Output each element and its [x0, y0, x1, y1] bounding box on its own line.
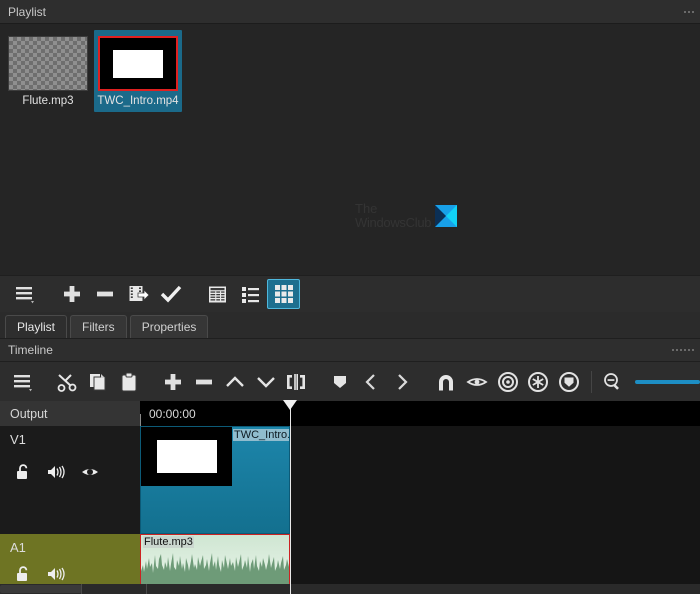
watermark-line-2: WindowsClub	[355, 214, 432, 230]
playlist-panel-grip[interactable]	[684, 10, 694, 13]
track-lane-v1[interactable]: TWC_Intro.m	[140, 426, 700, 534]
copy-button[interactable]	[83, 367, 114, 397]
previous-marker-button[interactable]	[356, 367, 387, 397]
playlist-thumbnail-video	[98, 36, 178, 91]
overwrite-button[interactable]	[250, 367, 281, 397]
tab-filters[interactable]: Filters	[70, 315, 127, 338]
watermark-logo-icon	[435, 204, 458, 227]
tab-label: Playlist	[17, 320, 56, 334]
timeline-lanes[interactable]: 00:00:00 TWC_Intro.m Flute.mp3	[140, 400, 700, 594]
marker-button[interactable]	[325, 367, 356, 397]
detail-view-button[interactable]	[201, 279, 234, 309]
track-lane-a1[interactable]: Flute.mp3	[140, 534, 700, 586]
track-name-output: Output	[10, 406, 48, 421]
timeline-toolbar	[0, 361, 700, 401]
lift-button[interactable]	[219, 367, 250, 397]
list-item[interactable]: Flute.mp3	[4, 30, 92, 112]
ruler-timecode: 00:00:00	[149, 406, 196, 421]
cut-button[interactable]	[52, 367, 83, 397]
playlist-toolbar	[0, 275, 700, 312]
accept-button[interactable]	[154, 279, 187, 309]
lock-track-icon[interactable]	[14, 463, 32, 481]
lock-track-icon[interactable]	[14, 565, 32, 583]
timeline-panel-header: Timeline	[0, 338, 700, 361]
timeline-horizontal-scrollbar[interactable]	[0, 584, 700, 594]
clip-label: Flute.mp3	[143, 536, 194, 548]
list-item-label: TWC_Intro.mp4	[97, 95, 179, 107]
watermark: The WindowsClub	[355, 201, 458, 230]
playlist-panel-title: Playlist	[8, 4, 47, 19]
tiles-view-button[interactable]	[267, 279, 300, 309]
mute-track-icon[interactable]	[46, 463, 66, 481]
clip-thumbnail	[141, 427, 232, 486]
tab-label: Properties	[141, 320, 197, 334]
timeline-clip-video[interactable]: TWC_Intro.m	[140, 426, 290, 534]
timeline-clip-audio[interactable]: Flute.mp3	[140, 534, 290, 586]
timeline-menu-button[interactable]	[8, 367, 39, 397]
remove-button[interactable]	[88, 279, 121, 309]
menu-button[interactable]	[8, 279, 41, 309]
playhead[interactable]	[283, 400, 297, 594]
add-button[interactable]	[55, 279, 88, 309]
track-name-v1: V1	[10, 432, 26, 447]
timeline-ruler[interactable]: 00:00:00	[140, 401, 700, 426]
playlist-panel-header: Playlist	[0, 0, 700, 23]
tab-label: Filters	[82, 320, 115, 334]
hide-track-icon[interactable]	[80, 463, 100, 481]
timeline-panel-grip[interactable]	[672, 349, 694, 351]
track-head-output[interactable]: Output	[0, 401, 140, 426]
track-head-v1[interactable]: V1	[0, 426, 140, 534]
audio-waveform	[141, 553, 289, 585]
ripple-all-tracks-button[interactable]	[523, 367, 554, 397]
playlist-items: Flute.mp3 TWC_Intro.mp4	[0, 24, 700, 118]
snap-button[interactable]	[431, 367, 462, 397]
shotcut-window: Playlist Flute.mp3 TWC_Intro.mp4 The Win…	[0, 0, 700, 594]
playlist-thumbnail-audio	[8, 36, 88, 91]
playhead-handle[interactable]	[283, 400, 297, 410]
paste-button[interactable]	[114, 367, 145, 397]
watermark-line-1: The	[355, 201, 378, 216]
timeline-panel-title: Timeline	[8, 343, 53, 357]
track-head-a1[interactable]: A1	[0, 534, 140, 586]
zoom-out-button[interactable]	[598, 367, 629, 397]
zoom-level-slider[interactable]	[634, 379, 700, 384]
track-name-a1: A1	[10, 540, 26, 555]
scrollbar-thumb[interactable]	[0, 585, 82, 593]
mute-track-icon[interactable]	[46, 565, 66, 583]
tab-playlist[interactable]: Playlist	[5, 315, 68, 338]
ripple-button[interactable]	[492, 367, 523, 397]
track-heads: Output V1 A1	[0, 401, 140, 586]
thumbnail-white-frame	[113, 49, 163, 78]
timeline-tracks-area: Output V1 A1 00:00:00 TWC_Intro. Flute.m…	[0, 400, 700, 594]
list-item[interactable]: TWC_Intro.mp4	[94, 30, 182, 112]
panel-tabs: Playlist Filters Properties	[0, 312, 700, 338]
ripple-markers-button[interactable]	[554, 367, 585, 397]
playlist-content-area[interactable]: Flute.mp3 TWC_Intro.mp4 The WindowsClub	[0, 23, 700, 275]
list-item-label: Flute.mp3	[22, 95, 74, 107]
ripple-delete-button[interactable]	[188, 367, 219, 397]
scrub-button[interactable]	[461, 367, 492, 397]
clip-label: TWC_Intro.m	[233, 429, 289, 441]
update-button[interactable]	[121, 279, 154, 309]
list-view-button[interactable]	[234, 279, 267, 309]
tab-properties[interactable]: Properties	[129, 315, 209, 338]
next-marker-button[interactable]	[387, 367, 418, 397]
append-button[interactable]	[158, 367, 189, 397]
clip-thumbnail-white-frame	[156, 440, 217, 473]
split-button[interactable]	[281, 367, 312, 397]
